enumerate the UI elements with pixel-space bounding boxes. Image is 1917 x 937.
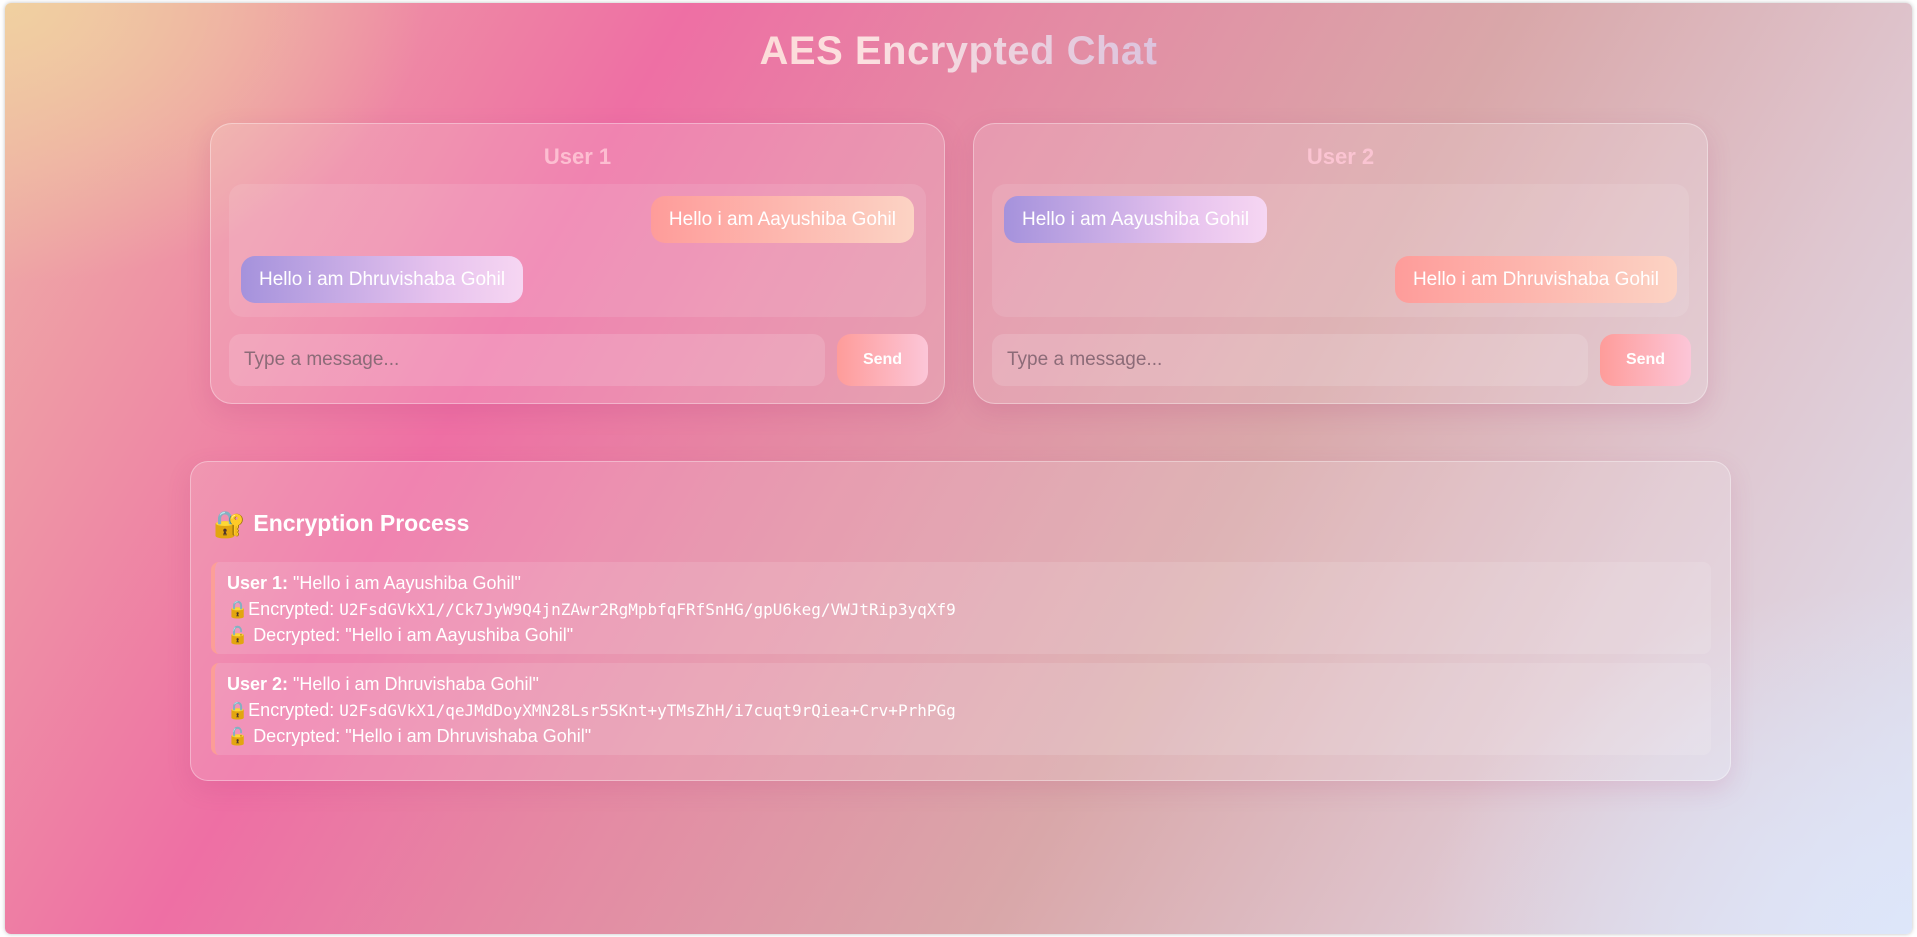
encryption-process-panel: 🔐 Encryption Process User 1: "Hello i am… <box>190 461 1731 781</box>
message-input[interactable] <box>229 334 825 386</box>
send-button[interactable]: Send <box>837 334 928 386</box>
original-message: "Hello i am Aayushiba Gohil" <box>293 573 521 593</box>
section-title-text: Encryption Process <box>253 510 470 536</box>
chat-panel-user-2: User 2 Hello i am Aayushiba Gohil Hello … <box>973 123 1708 404</box>
page-title: AES Encrypted Chat <box>5 29 1912 74</box>
user-label: User 2: <box>227 674 289 694</box>
encrypted-value: U2FsdGVkX1/qeJMdDoyXMN28Lsr5SKnt+yTMsZhH… <box>339 701 956 720</box>
message-bubble-sent: Hello i am Dhruvishaba Gohil <box>1394 256 1677 303</box>
lock-open-icon: 🔓 <box>227 727 249 746</box>
original-message-line: User 1: "Hello i am Aayushiba Gohil" <box>227 570 1711 596</box>
lock-with-key-icon: 🔐 <box>213 508 246 539</box>
message-input[interactable] <box>992 334 1588 386</box>
encrypted-line: 🔒Encrypted: U2FsdGVkX1//Ck7JyW9Q4jnZAwr2… <box>227 596 1711 622</box>
original-message: "Hello i am Dhruvishaba Gohil" <box>293 674 539 694</box>
decrypted-value: "Hello i am Dhruvishaba Gohil" <box>345 726 592 746</box>
encrypted-label: Encrypted: <box>248 599 335 619</box>
panel-title: User 1 <box>543 144 612 169</box>
lock-closed-icon: 🔒 <box>227 701 249 720</box>
message-bubble-sent: Hello i am Aayushiba Gohil <box>650 196 914 243</box>
decrypted-line: 🔓 Decrypted: "Hello i am Aayushiba Gohil… <box>227 622 1711 648</box>
decrypted-line: 🔓 Decrypted: "Hello i am Dhruvishaba Goh… <box>227 723 1711 749</box>
encrypted-line: 🔒Encrypted: U2FsdGVkX1/qeJMdDoyXMN28Lsr5… <box>227 697 1711 723</box>
encrypted-value: U2FsdGVkX1//Ck7JyW9Q4jnZAwr2RgMpbfqFRfSn… <box>339 600 956 619</box>
send-button[interactable]: Send <box>1600 334 1691 386</box>
section-title: 🔐 Encryption Process <box>213 510 469 537</box>
decrypted-label: Decrypted: <box>253 726 341 746</box>
chat-messages: Hello i am Aayushiba Gohil Hello i am Dh… <box>229 184 926 317</box>
decrypted-label: Decrypted: <box>253 625 341 645</box>
user-label: User 1: <box>227 573 289 593</box>
message-bubble-received: Hello i am Dhruvishaba Gohil <box>241 256 524 303</box>
lock-closed-icon: 🔒 <box>227 600 249 619</box>
lock-open-icon: 🔓 <box>227 626 249 645</box>
message-bubble-received: Hello i am Aayushiba Gohil <box>1004 196 1268 243</box>
chat-panel-user-1: User 1 Hello i am Aayushiba Gohil Hello … <box>210 123 945 404</box>
app-window: AES Encrypted Chat User 1 Hello i am Aay… <box>5 3 1912 934</box>
encryption-log-entry: User 2: "Hello i am Dhruvishaba Gohil" 🔒… <box>211 663 1711 755</box>
decrypted-value: "Hello i am Aayushiba Gohil" <box>345 625 574 645</box>
chat-messages: Hello i am Aayushiba Gohil Hello i am Dh… <box>992 184 1689 317</box>
panel-title: User 2 <box>1306 144 1375 169</box>
original-message-line: User 2: "Hello i am Dhruvishaba Gohil" <box>227 671 1711 697</box>
encryption-log-entry: User 1: "Hello i am Aayushiba Gohil" 🔒En… <box>211 562 1711 654</box>
encrypted-label: Encrypted: <box>248 700 335 720</box>
